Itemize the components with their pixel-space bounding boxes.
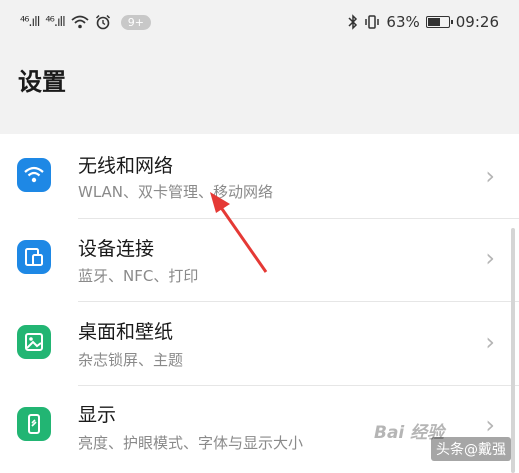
annotation-arrow: [210, 192, 268, 273]
attribution-label: 头条@戴强: [431, 437, 511, 461]
